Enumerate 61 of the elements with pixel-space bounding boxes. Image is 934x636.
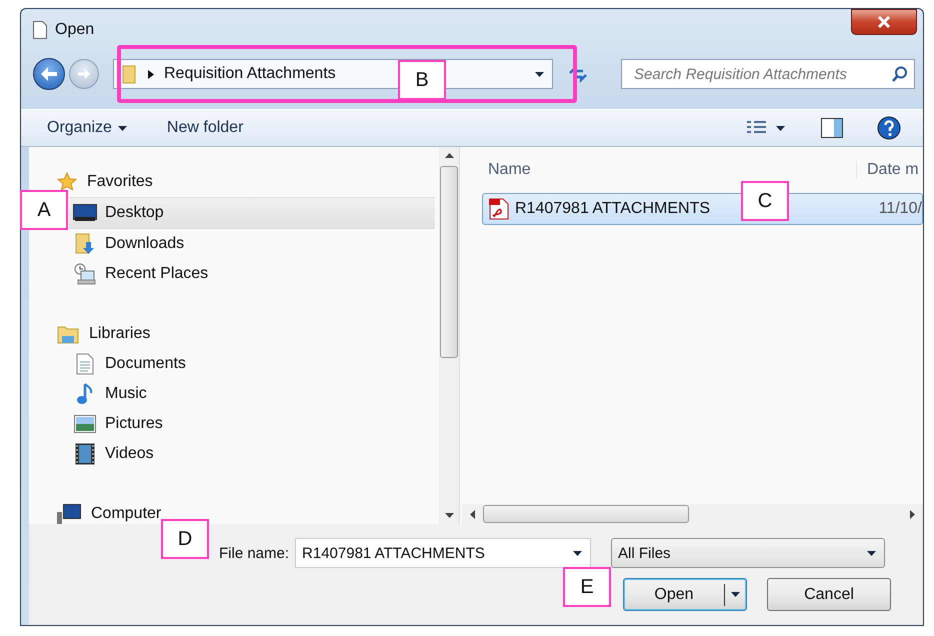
window-title: Open xyxy=(55,21,94,39)
file-name: R1407981 ATTACHMENTS xyxy=(515,200,710,218)
nav-group-item[interactable]: Libraries xyxy=(29,319,439,349)
open-button[interactable]: Open xyxy=(623,578,747,611)
view-caret-icon xyxy=(776,126,785,130)
film-icon xyxy=(75,443,95,465)
star-icon xyxy=(57,172,77,192)
scroll-right-icon[interactable] xyxy=(910,510,915,518)
scroll-left-icon[interactable] xyxy=(470,510,475,518)
recent-places-icon xyxy=(74,263,96,285)
vertical-scrollbar[interactable] xyxy=(439,147,459,524)
file-date: 11/10/ xyxy=(878,200,922,218)
callout-label: B xyxy=(398,60,446,100)
picture-icon xyxy=(74,415,96,433)
folder-icon xyxy=(122,64,138,84)
close-button[interactable] xyxy=(851,9,917,35)
back-arrow-icon xyxy=(40,66,58,82)
nav-item[interactable]: Desktop xyxy=(69,197,435,229)
scroll-up-icon[interactable] xyxy=(444,153,454,158)
search-field[interactable]: Search Requisition Attachments xyxy=(621,59,915,89)
folder-download-icon xyxy=(75,233,95,255)
preview-pane-icon[interactable] xyxy=(821,118,843,138)
breadcrumb[interactable]: Requisition Attachments xyxy=(164,65,336,83)
search-icon xyxy=(892,66,908,82)
nav-item[interactable]: Pictures xyxy=(69,409,435,439)
caret-icon xyxy=(867,550,876,556)
caret-icon xyxy=(573,550,582,556)
file-type-dropdown[interactable]: All Files xyxy=(611,538,886,568)
column-header[interactable]: Date m xyxy=(856,161,919,179)
close-icon xyxy=(877,16,891,28)
organize-menu[interactable]: Organize xyxy=(39,115,135,141)
callout-label: A xyxy=(20,190,68,230)
nav-item[interactable]: Documents xyxy=(69,349,435,379)
document-icon xyxy=(76,353,94,375)
nav-item[interactable]: Downloads xyxy=(69,229,435,259)
back-button[interactable] xyxy=(33,58,65,90)
chevron-icon xyxy=(148,70,154,78)
nav-item[interactable]: Music xyxy=(69,379,435,409)
caret-icon xyxy=(118,126,127,130)
cancel-button[interactable]: Cancel xyxy=(767,578,891,611)
folder-icon xyxy=(57,324,79,344)
document-icon xyxy=(33,21,47,39)
file-name-label: File name: xyxy=(219,544,290,562)
new-folder-button[interactable]: New folder xyxy=(158,115,252,141)
monitor-icon xyxy=(73,204,97,222)
computer-icon xyxy=(57,504,81,524)
callout-label: D xyxy=(161,519,209,559)
scroll-down-icon[interactable] xyxy=(444,513,454,518)
file-name-field[interactable]: R1407981 ATTACHMENTS xyxy=(295,538,592,568)
help-icon[interactable] xyxy=(877,116,901,140)
callout-label: E xyxy=(563,567,611,607)
nav-item[interactable]: Videos xyxy=(69,439,435,469)
horizontal-scrollbar[interactable] xyxy=(462,504,923,524)
column-header[interactable]: Name xyxy=(482,161,856,179)
caret-icon xyxy=(731,592,740,597)
forward-arrow-icon xyxy=(77,68,91,80)
music-note-icon xyxy=(76,383,94,405)
pdf-file-icon xyxy=(489,198,509,220)
dropdown-caret-icon xyxy=(535,72,544,76)
callout-label: C xyxy=(741,181,789,221)
nav-item[interactable]: Recent Places xyxy=(69,259,435,289)
